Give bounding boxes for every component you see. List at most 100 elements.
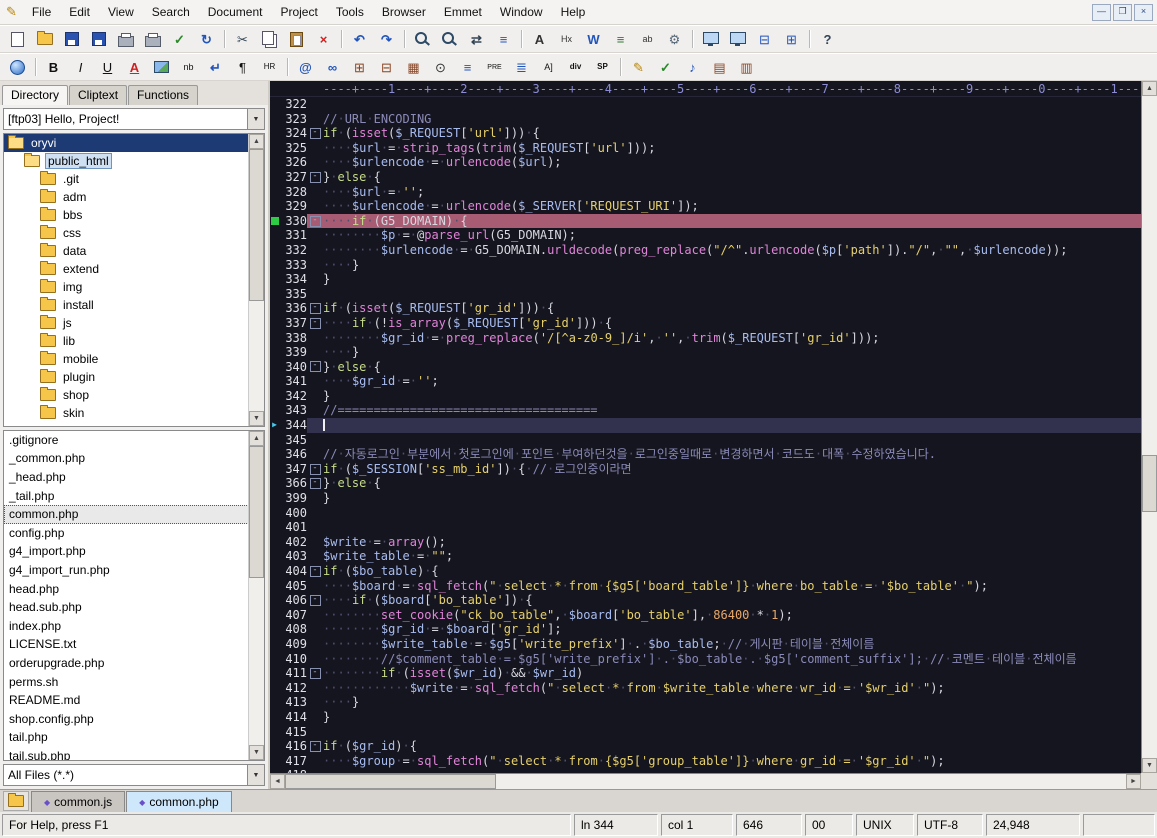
scroll-down-icon[interactable]: ▼ [1142, 758, 1157, 773]
code-line-401[interactable]: 401 [270, 520, 1141, 535]
grep-icon[interactable]: ≡ [491, 28, 516, 50]
textarea-icon[interactable]: A] [536, 56, 561, 78]
scrollbar-thumb[interactable] [249, 446, 264, 578]
new-file-icon[interactable] [5, 28, 30, 50]
minimize-button[interactable]: — [1092, 4, 1111, 21]
chevron-down-icon[interactable]: ▼ [247, 109, 264, 129]
menu-emmet[interactable]: Emmet [435, 1, 491, 23]
file-item[interactable]: shop.config.php [4, 710, 249, 729]
tree-item-css[interactable]: css [4, 224, 249, 242]
tree-item-adm[interactable]: adm [4, 188, 249, 206]
scroll-up-icon[interactable]: ▲ [249, 134, 264, 149]
restore-button[interactable]: ❐ [1113, 4, 1132, 21]
fold-toggle-icon[interactable]: - [310, 172, 321, 183]
save-all-icon[interactable] [86, 28, 111, 50]
copy-icon[interactable] [257, 28, 282, 50]
numbered-list-icon[interactable]: ≣ [509, 56, 534, 78]
code-line-408[interactable]: 408········$gr_id·=·$board['gr_id']; [270, 622, 1141, 637]
menu-tools[interactable]: Tools [327, 1, 373, 23]
paragraph-icon[interactable]: ¶ [230, 56, 255, 78]
hex-viewer-icon[interactable]: Hx [554, 28, 579, 50]
doc-tab-common.php[interactable]: ◆common.php [126, 791, 232, 812]
anchor-icon[interactable]: @ [293, 56, 318, 78]
tree-item-public_html[interactable]: public_html [4, 152, 249, 170]
seamless-web-browser-icon[interactable] [725, 28, 750, 50]
save-icon[interactable] [59, 28, 84, 50]
code-line-323[interactable]: 323//·URL·ENCODING [270, 112, 1141, 127]
code-line-417[interactable]: 417····$group·=·sql_fetch("·select·*·fro… [270, 754, 1141, 769]
line-numbers-icon[interactable]: ≡ [608, 28, 633, 50]
code-line-335[interactable]: 335 [270, 287, 1141, 302]
code-line-333[interactable]: 333····} [270, 258, 1141, 273]
file-list-scrollbar[interactable]: ▲ ▼ [248, 431, 264, 760]
code-line-345[interactable]: 345 [270, 433, 1141, 448]
layout-table-icon[interactable]: ▤ [707, 56, 732, 78]
find-in-files-icon[interactable] [437, 28, 462, 50]
file-item[interactable]: index.php [4, 617, 249, 636]
non-breaking-space-icon[interactable]: nb [176, 56, 201, 78]
code-line-334[interactable]: 334} [270, 272, 1141, 287]
bullet-list-icon[interactable]: ≡ [455, 56, 480, 78]
file-item[interactable]: g4_import_run.php [4, 561, 249, 580]
hyperlink-icon[interactable]: ∞ [320, 56, 345, 78]
scroll-up-icon[interactable]: ▲ [1142, 81, 1157, 96]
file-item[interactable]: config.php [4, 524, 249, 543]
split-vertical-icon[interactable]: ⊞ [779, 28, 804, 50]
tree-item-oryvi[interactable]: oryvi [4, 134, 249, 152]
code-line-409[interactable]: 409········$write_table·=·$g5['write_pre… [270, 637, 1141, 652]
file-item[interactable]: head.php [4, 580, 249, 599]
code-line-346[interactable]: 346//·자동로그인·부분에서·첫로그인에·포인트·부여하던것을·로그인중일때… [270, 447, 1141, 462]
italic-icon[interactable]: I [68, 56, 93, 78]
menu-file[interactable]: File [23, 1, 60, 23]
scroll-up-icon[interactable]: ▲ [249, 431, 264, 446]
code-line-341[interactable]: 341····$gr_id·=·''; [270, 374, 1141, 389]
print-preview-icon[interactable] [140, 28, 165, 50]
code-line-332[interactable]: 332········$urlencode·=·G5_DOMAIN.urldec… [270, 243, 1141, 258]
file-item[interactable]: head.sub.php [4, 598, 249, 617]
scrollbar-thumb[interactable] [249, 149, 264, 301]
file-item[interactable]: tail.sub.php [4, 747, 249, 760]
auto-completion-icon[interactable]: ab [635, 28, 660, 50]
table-cell-icon[interactable]: ▦ [401, 56, 426, 78]
bold-icon[interactable]: B [41, 56, 66, 78]
table-row-icon[interactable]: ⊟ [374, 56, 399, 78]
file-item[interactable]: _common.php [4, 449, 249, 468]
fold-toggle-icon[interactable]: - [310, 668, 321, 679]
browser-icon[interactable] [5, 56, 30, 78]
delete-icon[interactable]: × [311, 28, 336, 50]
div-icon[interactable]: div [563, 56, 588, 78]
code-line-347[interactable]: 347-if·($_SESSION['ss_mb_id'])·{·//·로그인중… [270, 462, 1141, 477]
project-selector[interactable]: [ftp03] Hello, Project! ▼ [3, 108, 265, 130]
file-item[interactable]: _head.php [4, 468, 249, 487]
fold-toggle-icon[interactable]: - [310, 216, 321, 227]
font-color-icon[interactable]: A [122, 56, 147, 78]
code-area[interactable]: 322323//·URL·ENCODING324-if·(isset($_REQ… [270, 97, 1141, 773]
chevron-down-icon[interactable]: ▼ [247, 765, 264, 785]
tree-item-shop[interactable]: shop [4, 386, 249, 404]
cut-icon[interactable]: ✂ [230, 28, 255, 50]
code-line-325[interactable]: 325····$url·=·strip_tags(trim($_REQUEST[… [270, 141, 1141, 156]
spell-check-icon[interactable]: ✓ [167, 28, 192, 50]
tree-item-extend[interactable]: extend [4, 260, 249, 278]
horizontal-rule-icon[interactable]: HR [257, 56, 282, 78]
context-help-icon[interactable]: ? [815, 28, 840, 50]
fold-toggle-icon[interactable]: - [310, 595, 321, 606]
file-filter-selector[interactable]: All Files (*.*) ▼ [3, 764, 265, 786]
code-line-331[interactable]: 331········$p·=·@parse_url(G5_DOMAIN); [270, 228, 1141, 243]
code-line-330[interactable]: 330-····if·(G5_DOMAIN)·{ [270, 214, 1141, 229]
find-icon[interactable] [410, 28, 435, 50]
scroll-right-icon[interactable]: ► [1126, 774, 1141, 789]
file-item[interactable]: orderupgrade.php [4, 654, 249, 673]
code-line-412[interactable]: 412············$write·=·sql_fetch("·sele… [270, 681, 1141, 696]
undo-icon[interactable]: ↶ [347, 28, 372, 50]
code-line-337[interactable]: 337-····if·(!is_array($_REQUEST['gr_id']… [270, 316, 1141, 331]
code-line-411[interactable]: 411-········if·(isset($wr_id)·&&·$wr_id) [270, 666, 1141, 681]
tab-cliptext[interactable]: Cliptext [69, 85, 127, 105]
code-line-340[interactable]: 340-}·else·{ [270, 360, 1141, 375]
tree-item-img[interactable]: img [4, 278, 249, 296]
menu-window[interactable]: Window [491, 1, 552, 23]
fold-toggle-icon[interactable]: - [310, 741, 321, 752]
scroll-down-icon[interactable]: ▼ [249, 411, 264, 426]
code-line-404[interactable]: 404-if·($bo_table)·{ [270, 564, 1141, 579]
scroll-down-icon[interactable]: ▼ [249, 745, 264, 760]
